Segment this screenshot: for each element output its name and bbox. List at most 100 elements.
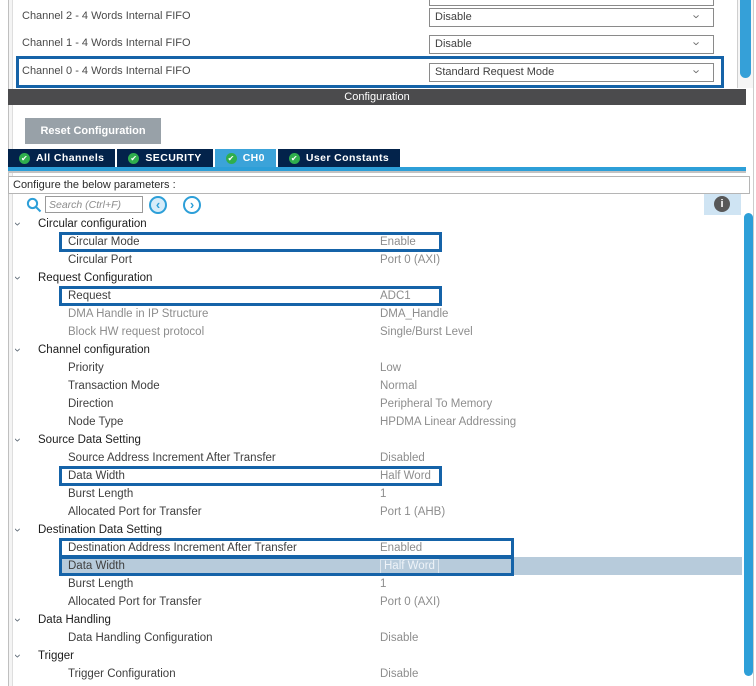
- param-label: Circular Port: [68, 254, 132, 266]
- channel-fifo-dropdown[interactable]: Disable ›: [429, 35, 714, 54]
- tree-section-row[interactable]: › Data Handling: [8, 611, 746, 629]
- tab-security[interactable]: ✔ SECURITY: [117, 149, 213, 167]
- check-circle-icon: ✔: [128, 152, 140, 164]
- tree-param-row[interactable]: Request ADC1: [8, 286, 746, 306]
- param-value[interactable]: Disabled: [380, 449, 425, 467]
- chevron-down-icon[interactable]: ›: [11, 521, 28, 540]
- param-label: Destination Address Increment After Tran…: [68, 542, 297, 554]
- param-value[interactable]: 1: [380, 485, 386, 503]
- check-circle-icon: ✔: [288, 152, 300, 164]
- partial-dropdown[interactable]: [429, 0, 714, 6]
- tree-param-row[interactable]: Transaction Mode Normal: [8, 377, 746, 395]
- tree-param-row[interactable]: Circular Mode Enable: [8, 232, 746, 252]
- param-value[interactable]: Normal: [380, 377, 417, 395]
- param-value[interactable]: Half Word: [380, 559, 439, 574]
- section-label: Destination Data Setting: [38, 524, 163, 536]
- param-value[interactable]: Peripheral To Memory: [380, 395, 492, 413]
- section-label: Trigger: [38, 650, 74, 662]
- tree-param-row[interactable]: Priority Low: [8, 359, 746, 377]
- tree-section-row[interactable]: › Circular configuration: [8, 215, 746, 233]
- param-value[interactable]: Enabled: [380, 539, 422, 557]
- param-label: Priority: [68, 362, 104, 374]
- chevron-down-icon[interactable]: ›: [11, 431, 28, 450]
- tree-param-row[interactable]: Burst Length 1: [8, 575, 746, 593]
- tree-param-row[interactable]: Circular Port Port 0 (AXI): [8, 251, 746, 269]
- configuration-header: Configuration: [8, 89, 746, 105]
- tree-param-row[interactable]: Burst Length 1: [8, 485, 746, 503]
- param-value[interactable]: Disable: [380, 629, 418, 647]
- param-value[interactable]: 1: [380, 575, 386, 593]
- search-previous-button[interactable]: ‹: [149, 196, 167, 214]
- top-scrollbar-thumb[interactable]: [740, 0, 751, 78]
- tree-section-row[interactable]: › Trigger: [8, 647, 746, 665]
- reset-configuration-button[interactable]: Reset Configuration: [25, 118, 161, 144]
- param-value[interactable]: ADC1: [380, 287, 411, 305]
- section-label: Request Configuration: [38, 272, 153, 284]
- param-value[interactable]: HPDMA Linear Addressing: [380, 413, 516, 431]
- param-value[interactable]: Port 1 (AHB): [380, 503, 445, 521]
- search-next-button[interactable]: ›: [183, 196, 201, 214]
- channel-label: Channel 2 - 4 Words Internal FIFO: [22, 10, 191, 22]
- section-label: Data Handling: [38, 614, 111, 626]
- param-label: Direction: [68, 398, 114, 410]
- tree-param-row[interactable]: Data Width Half Word: [8, 556, 746, 576]
- tree-param-row[interactable]: Trigger Configuration Disable: [8, 665, 746, 683]
- configuration-header-label: Configuration: [344, 91, 410, 103]
- tree-section-row[interactable]: › Destination Data Setting: [8, 521, 746, 539]
- section-label: Source Data Setting: [38, 434, 141, 446]
- param-label: Block HW request protocol: [68, 326, 205, 338]
- window-right-border: [753, 0, 754, 686]
- channel0-highlight-box: [16, 56, 724, 88]
- tree-param-row[interactable]: Direction Peripheral To Memory: [8, 395, 746, 413]
- tree-param-row[interactable]: Allocated Port for Transfer Port 0 (AXI): [8, 593, 746, 611]
- tree-param-row[interactable]: Allocated Port for Transfer Port 1 (AHB): [8, 503, 746, 521]
- tree-param-row[interactable]: Destination Address Increment After Tran…: [8, 538, 746, 558]
- check-circle-icon: ✔: [225, 152, 237, 164]
- tree-param-row[interactable]: Data Handling Configuration Disable: [8, 629, 746, 647]
- tree-section-row[interactable]: › Channel configuration: [8, 341, 746, 359]
- tab-label: SECURITY: [145, 152, 202, 164]
- param-value[interactable]: DMA_Handle: [380, 305, 448, 323]
- param-label: Allocated Port for Transfer: [68, 596, 202, 608]
- param-value[interactable]: Low: [380, 359, 401, 377]
- param-label: Circular Mode: [68, 236, 140, 248]
- params-header: Configure the below parameters :: [8, 176, 750, 194]
- tab-user-constants[interactable]: ✔ User Constants: [277, 149, 401, 167]
- chevron-down-icon[interactable]: ›: [11, 269, 28, 288]
- tree-section-row[interactable]: › Source Data Setting: [8, 431, 746, 449]
- chevron-down-icon: ›: [689, 41, 705, 46]
- param-value[interactable]: Enable: [380, 233, 416, 251]
- search-icon: [26, 197, 42, 213]
- chevron-down-icon[interactable]: ›: [11, 611, 28, 630]
- param-value[interactable]: Disable: [380, 665, 418, 683]
- top-scrollbar-track[interactable]: [737, 0, 754, 88]
- channel-fifo-dropdown[interactable]: Disable ›: [429, 8, 714, 27]
- tab-all-channels[interactable]: ✔ All Channels: [8, 149, 116, 167]
- tree-param-row[interactable]: Data Width Half Word: [8, 466, 746, 486]
- tree-param-row[interactable]: Source Address Increment After Transfer D…: [8, 449, 746, 467]
- info-icon[interactable]: i: [714, 196, 730, 212]
- param-label: DMA Handle in IP Structure: [68, 308, 209, 320]
- param-label: Node Type: [68, 416, 124, 428]
- search-input[interactable]: [45, 196, 143, 213]
- chevron-down-icon[interactable]: ›: [11, 215, 28, 234]
- param-value[interactable]: Port 0 (AXI): [380, 593, 440, 611]
- tree-param-row[interactable]: Block HW request protocol Single/Burst Le…: [8, 323, 746, 341]
- tree-param-row[interactable]: Node Type HPDMA Linear Addressing: [8, 413, 746, 431]
- param-label: Data Width: [68, 470, 125, 482]
- param-label: Transaction Mode: [68, 380, 160, 392]
- tree-section-row[interactable]: › Request Configuration: [8, 269, 746, 287]
- tab-label: CH0: [242, 152, 265, 164]
- chevron-down-icon[interactable]: ›: [11, 647, 28, 666]
- tab-bar: ✔ All Channels ✔ SECURITY ✔ CH0 ✔ User Constant…: [8, 149, 401, 167]
- chevron-down-icon[interactable]: ›: [11, 341, 28, 360]
- param-value[interactable]: Single/Burst Level: [380, 323, 473, 341]
- tab-ch0[interactable]: ✔ CH0: [214, 149, 276, 167]
- section-label: Circular configuration: [38, 218, 147, 230]
- param-value[interactable]: Port 0 (AXI): [380, 251, 440, 269]
- channel-label: Channel 1 - 4 Words Internal FIFO: [22, 37, 191, 49]
- tree-param-row[interactable]: DMA Handle in IP Structure DMA_Handle: [8, 305, 746, 323]
- param-value[interactable]: Half Word: [380, 467, 431, 485]
- dropdown-selected-value: Disable: [435, 11, 472, 23]
- param-label: Allocated Port for Transfer: [68, 506, 202, 518]
